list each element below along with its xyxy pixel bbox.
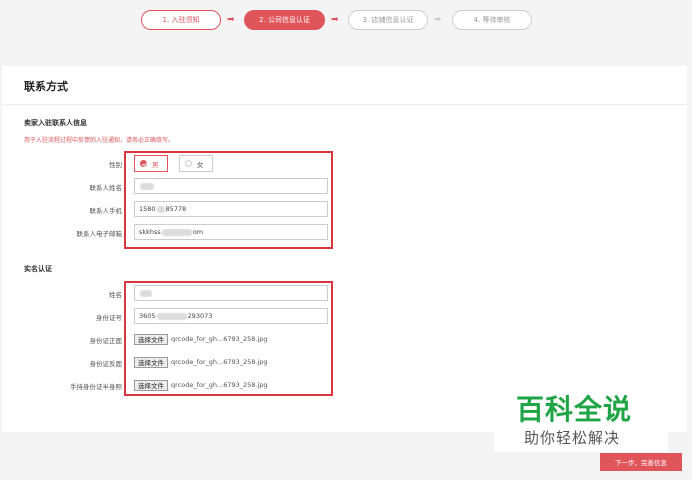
redacted-text: [140, 289, 152, 297]
contact-email-input[interactable]: skkhss om: [134, 224, 328, 240]
email-prefix: skkhss: [139, 228, 161, 236]
contact-section-title: 卖家入驻联系人信息: [24, 119, 87, 127]
step-2[interactable]: 2. 公司信息认证: [244, 10, 325, 30]
radio-empty-icon: [185, 160, 192, 167]
id-prefix: 3605: [139, 312, 156, 320]
email-suffix: om: [192, 228, 204, 236]
redacted-text: [161, 228, 192, 236]
hand-id-label: 手持身份证半身照: [70, 383, 122, 391]
id-number-label: 身份证号: [96, 314, 122, 322]
gender-female-radio[interactable]: 女: [179, 155, 213, 172]
step-progress: 1. 入驻须知 ➡ 2. 公司信息认证 ➡ 3. 店铺信息认证 ➡ 4. 等待审…: [0, 10, 692, 32]
id-front-label: 身份证正面: [89, 337, 123, 345]
id-front-upload: 选择文件 qrcode_for_gh...6793_258.jpg: [134, 333, 268, 345]
id-back-file-name: qrcode_for_gh...6793_258.jpg: [171, 358, 268, 366]
hand-id-upload: 选择文件 qrcode_for_gh...6793_258.jpg: [134, 379, 268, 391]
watermark-subtitle: 助你轻松解决: [524, 429, 621, 447]
step-arrow-icon: ➡: [434, 15, 442, 25]
id-front-file-button[interactable]: 选择文件: [134, 333, 168, 345]
id-front-file-name: qrcode_for_gh...6793_258.jpg: [171, 335, 268, 343]
realname-section-title: 实名认证: [24, 265, 52, 273]
step-3[interactable]: 3. 店铺信息认证: [348, 10, 428, 30]
contact-phone-input[interactable]: 1580 85778: [134, 201, 328, 217]
contact-name-label: 联系人姓名: [89, 184, 123, 192]
next-step-button[interactable]: 下一步，完善信息: [600, 453, 682, 471]
watermark-title: 百科全说: [516, 393, 633, 426]
step-arrow-icon: ➡: [227, 15, 235, 25]
phone-prefix: 1580: [139, 205, 156, 213]
gender-male-radio[interactable]: 男: [134, 155, 168, 172]
id-suffix: 293073: [187, 312, 213, 320]
phone-suffix: 85778: [165, 205, 187, 213]
redacted-text: [156, 205, 165, 213]
id-number-input[interactable]: 3605 293073: [134, 308, 328, 324]
gender-male-label: 男: [152, 160, 159, 169]
contact-email-label: 联系人电子邮箱: [76, 230, 123, 238]
realname-label: 姓名: [109, 291, 122, 299]
contact-name-input[interactable]: [134, 178, 328, 194]
hand-id-file-button[interactable]: 选择文件: [134, 379, 168, 391]
step-arrow-icon: ➡: [331, 15, 339, 25]
contact-notice: 用于入驻流程过程中反馈的入驻通知，请务必正确填写。: [24, 137, 175, 144]
step-1[interactable]: 1. 入驻须知: [141, 10, 221, 30]
redacted-text: [156, 312, 187, 320]
check-icon: [140, 160, 147, 167]
gender-female-label: 女: [197, 160, 204, 169]
watermark-logo: 百科全说 助你轻松解决: [494, 386, 668, 452]
contact-card: 联系方式 卖家入驻联系人信息 用于入驻流程过程中反馈的入驻通知，请务必正确填写。…: [2, 66, 687, 432]
divider: [2, 104, 687, 105]
contact-phone-label: 联系人手机: [89, 207, 123, 215]
id-back-label: 身份证反面: [89, 360, 123, 368]
id-back-file-button[interactable]: 选择文件: [134, 356, 168, 368]
hand-id-file-name: qrcode_for_gh...6793_258.jpg: [171, 381, 268, 389]
gender-label: 性别: [109, 161, 122, 169]
page-title: 联系方式: [24, 80, 68, 93]
redacted-text: [140, 182, 154, 190]
id-back-upload: 选择文件 qrcode_for_gh...6793_258.jpg: [134, 356, 268, 368]
step-4[interactable]: 4. 等待审核: [452, 10, 532, 30]
realname-input[interactable]: [134, 285, 328, 301]
